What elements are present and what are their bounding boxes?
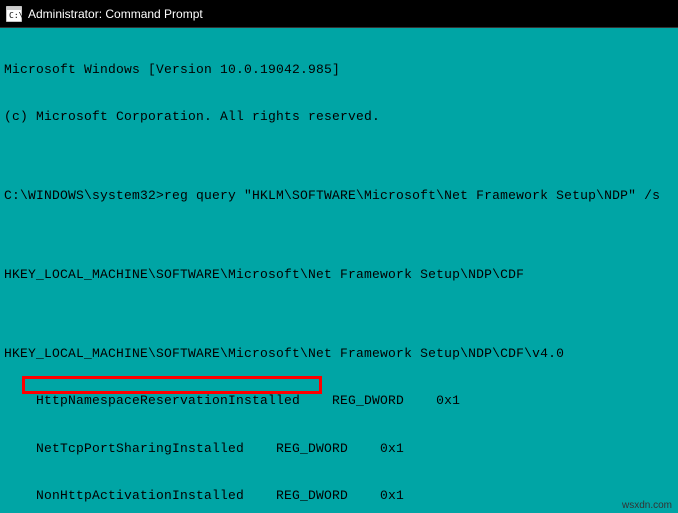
registry-key: HKEY_LOCAL_MACHINE\SOFTWARE\Microsoft\Ne… bbox=[4, 346, 674, 362]
registry-value: NonHttpActivationInstalled REG_DWORD 0x1 bbox=[4, 488, 674, 504]
command-line: C:\WINDOWS\system32>reg query "HKLM\SOFT… bbox=[4, 188, 674, 204]
window-titlebar[interactable]: C:\ Administrator: Command Prompt bbox=[0, 0, 678, 28]
watermark-text: wsxdn.com bbox=[622, 500, 672, 511]
highlight-annotation bbox=[22, 376, 322, 394]
output-line: (c) Microsoft Corporation. All rights re… bbox=[4, 109, 674, 125]
registry-value: NetTcpPortSharingInstalled REG_DWORD 0x1 bbox=[4, 441, 674, 457]
registry-value: HttpNamespaceReservationInstalled REG_DW… bbox=[4, 393, 674, 409]
window-title: Administrator: Command Prompt bbox=[28, 7, 203, 21]
output-line: Microsoft Windows [Version 10.0.19042.98… bbox=[4, 62, 674, 78]
registry-key: HKEY_LOCAL_MACHINE\SOFTWARE\Microsoft\Ne… bbox=[4, 267, 674, 283]
svg-text:C:\: C:\ bbox=[9, 11, 22, 20]
cmd-icon: C:\ bbox=[6, 6, 22, 22]
terminal-output[interactable]: Microsoft Windows [Version 10.0.19042.98… bbox=[0, 28, 678, 513]
